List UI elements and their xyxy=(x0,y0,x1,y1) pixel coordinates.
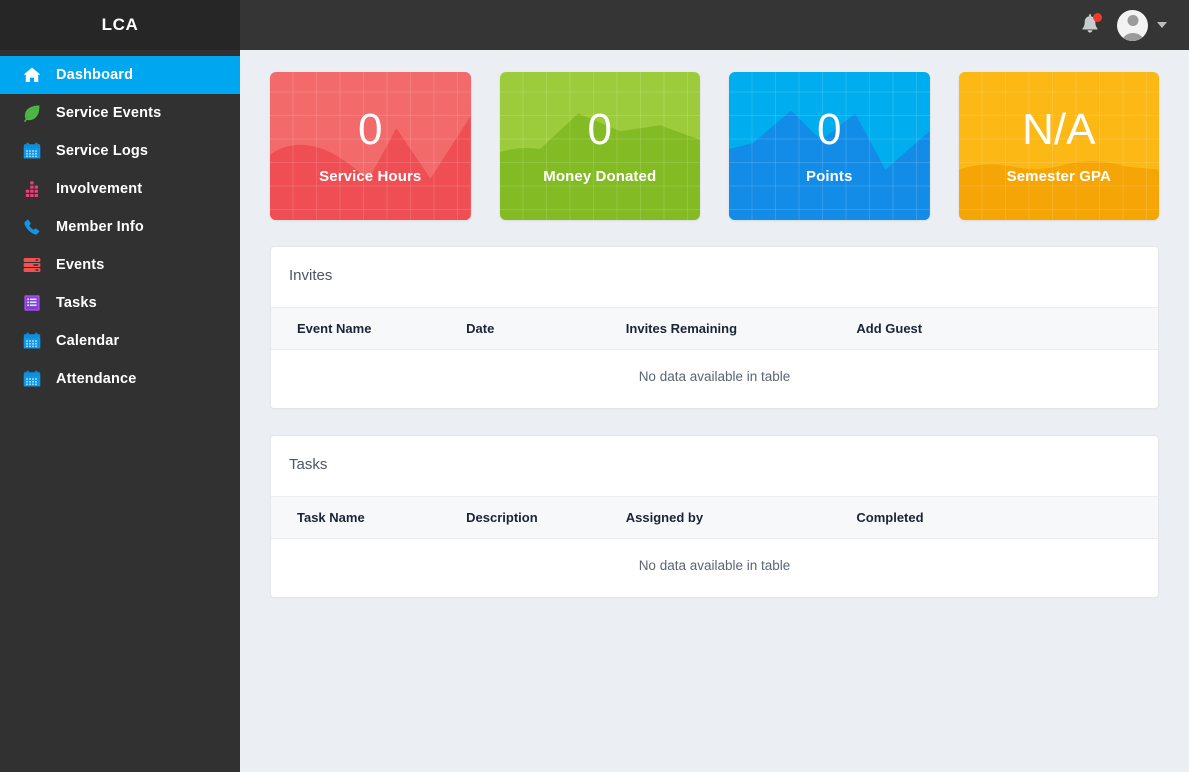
main-area: 0 Service Hours 0 Money Donated 0 Points N/A Se… xyxy=(240,0,1189,772)
sidebar-item-label: Service Logs xyxy=(56,143,149,159)
table-empty-row: No data available in table xyxy=(271,350,1158,409)
avatar xyxy=(1117,9,1148,41)
column-header[interactable]: Event Name xyxy=(271,307,467,350)
column-header[interactable]: Invites Remaining xyxy=(625,307,857,350)
table-header-row: Task Name Description Assigned by Completed xyxy=(271,496,1158,539)
stat-card-label: Service Hours xyxy=(319,167,422,185)
notification-badge-dot xyxy=(1093,13,1102,22)
sidebar-item-label: Calendar xyxy=(56,333,120,349)
notifications-button[interactable] xyxy=(1079,13,1102,37)
stat-card-value: 0 xyxy=(358,104,383,154)
bar-chart-icon xyxy=(22,179,42,199)
sidebar-nav: Dashboard Service Events Service Logs Invol… xyxy=(0,50,240,398)
top-header-bar xyxy=(240,0,1189,50)
sidebar-item-service-events[interactable]: Service Events xyxy=(0,94,240,132)
brand-name: LCA xyxy=(101,15,139,34)
list-icon xyxy=(22,293,42,313)
sidebar-item-label: Events xyxy=(56,257,105,273)
column-header[interactable]: Task Name xyxy=(271,496,467,539)
table-empty-row: No data available in table xyxy=(271,539,1158,598)
panel-stack: Invites Event Name Date Invites Remaining Ad… xyxy=(270,246,1159,598)
home-icon xyxy=(22,65,42,85)
column-header[interactable]: Date xyxy=(466,307,626,350)
avatar-body xyxy=(1122,32,1143,41)
stat-card-semester-gpa[interactable]: N/A Semester GPA xyxy=(958,72,1159,220)
sidebar-item-calendar[interactable]: Calendar xyxy=(0,322,240,360)
sidebar-item-member-info[interactable]: Member Info xyxy=(0,208,240,246)
sidebar-item-label: Attendance xyxy=(56,371,137,387)
stat-card-value: N/A xyxy=(1022,104,1096,154)
stat-card-label: Semester GPA xyxy=(1006,167,1111,185)
brand-logo[interactable]: LCA xyxy=(0,0,240,50)
data-table: Event Name Date Invites Remaining Add Guest… xyxy=(271,307,1158,408)
stat-card-row: 0 Service Hours 0 Money Donated 0 Points N/A Se… xyxy=(270,72,1159,220)
table-header-row: Event Name Date Invites Remaining Add Guest xyxy=(271,307,1158,350)
page-content: 0 Service Hours 0 Money Donated 0 Points N/A Se… xyxy=(240,50,1189,772)
column-header[interactable]: Add Guest xyxy=(856,307,1158,350)
avatar-head xyxy=(1127,14,1138,26)
sidebar-item-attendance[interactable]: Attendance xyxy=(0,360,240,398)
server-icon xyxy=(22,255,42,275)
stat-card-points[interactable]: 0 Points xyxy=(729,72,930,220)
stat-card-label: Points xyxy=(806,167,853,185)
sidebar-item-events[interactable]: Events xyxy=(0,246,240,284)
calendar-icon xyxy=(22,331,42,351)
user-menu[interactable] xyxy=(1117,9,1167,41)
panel-invites: Invites Event Name Date Invites Remaining Ad… xyxy=(270,246,1159,409)
sidebar-item-involvement[interactable]: Involvement xyxy=(0,170,240,208)
sidebar-item-label: Tasks xyxy=(56,295,97,311)
column-header[interactable]: Assigned by xyxy=(625,496,857,539)
sidebar-item-dashboard[interactable]: Dashboard xyxy=(0,56,240,94)
sidebar-item-label: Service Events xyxy=(56,105,162,121)
table-empty-message: No data available in table xyxy=(638,558,791,573)
sidebar: LCA Dashboard Service Events Service Logs I… xyxy=(0,0,240,772)
column-header[interactable]: Completed xyxy=(856,496,1158,539)
sidebar-item-label: Member Info xyxy=(56,219,144,235)
phone-icon xyxy=(22,217,42,237)
sidebar-item-label: Dashboard xyxy=(56,67,134,83)
stat-card-value: 0 xyxy=(817,104,842,154)
sidebar-item-service-logs[interactable]: Service Logs xyxy=(0,132,240,170)
sidebar-item-label: Involvement xyxy=(56,181,143,197)
panel-title: Tasks xyxy=(289,456,328,473)
caret-down-icon xyxy=(1157,22,1167,28)
data-table: Task Name Description Assigned by Completed… xyxy=(271,496,1158,597)
column-header[interactable]: Description xyxy=(466,496,626,539)
table-empty-message: No data available in table xyxy=(638,369,791,384)
leaf-icon xyxy=(22,103,42,123)
app-root: LCA Dashboard Service Events Service Logs I… xyxy=(0,0,1189,772)
calendar-icon xyxy=(22,141,42,161)
sidebar-item-tasks[interactable]: Tasks xyxy=(0,284,240,322)
stat-card-money-donated[interactable]: 0 Money Donated xyxy=(499,72,700,220)
panel-title: Invites xyxy=(289,267,333,284)
stat-card-service-hours[interactable]: 0 Service Hours xyxy=(270,72,471,220)
panel-tasks: Tasks Task Name Description Assigned by Comp… xyxy=(270,435,1159,598)
stat-card-value: 0 xyxy=(587,104,612,154)
calendar-icon xyxy=(22,369,42,389)
stat-card-label: Money Donated xyxy=(543,167,657,185)
